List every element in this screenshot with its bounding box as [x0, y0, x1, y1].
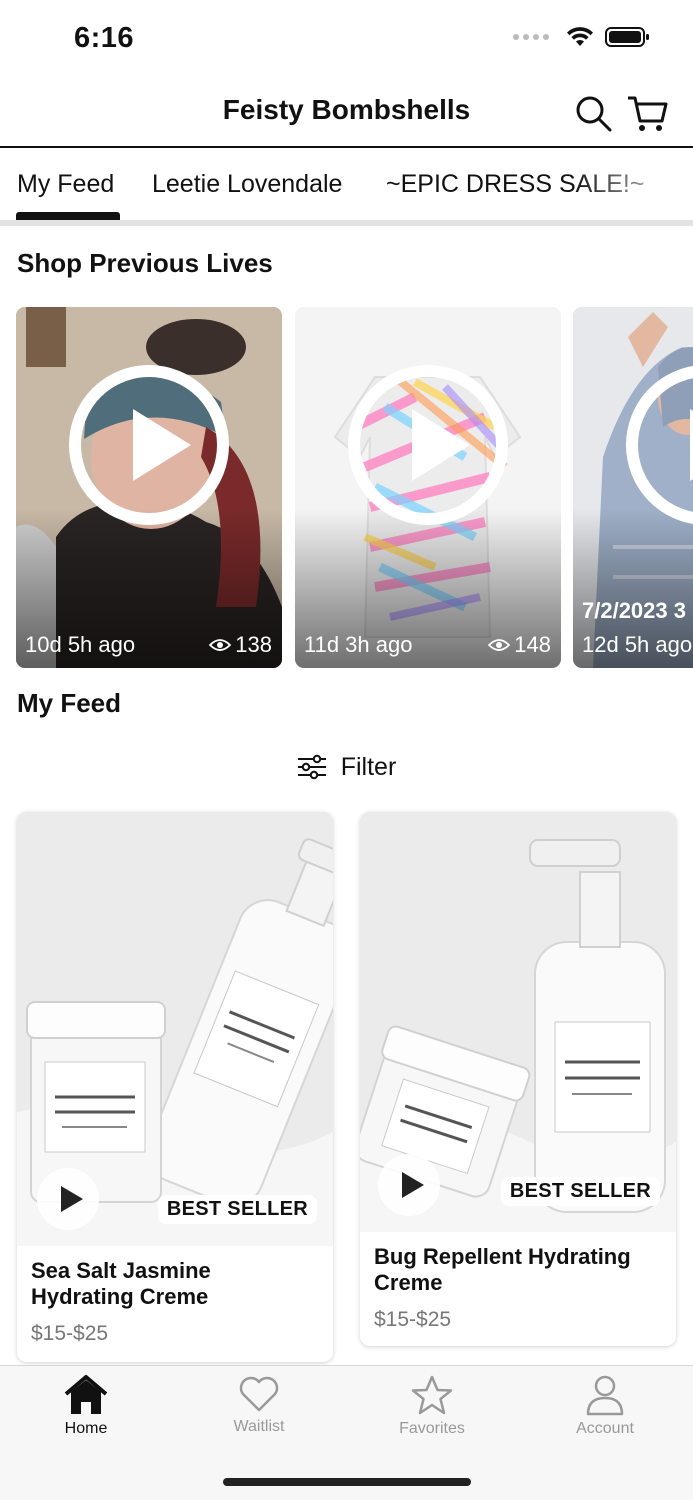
filter-label: Filter — [340, 752, 397, 781]
live-time-ago: 10d 5h ago — [25, 632, 136, 657]
live-replay-card[interactable]: 10d 5h ago 138 — [16, 307, 282, 668]
wifi-icon — [567, 27, 593, 46]
tab-leetie-lovendale[interactable]: Leetie Lovendale — [152, 170, 342, 199]
product-price: $15-$25 — [31, 1322, 109, 1345]
heart-icon — [239, 1376, 279, 1412]
star-icon — [411, 1375, 453, 1415]
signal-icon — [513, 34, 549, 40]
live-time-ago: 12d 5h ago — [582, 632, 693, 657]
previous-lives-carousel: 10d 5h ago 138 11d 3h ago 148 7/2/2023 3… — [0, 307, 693, 669]
eye-icon — [209, 639, 232, 651]
home-icon — [64, 1375, 108, 1414]
view-count-value: 138 — [235, 632, 272, 657]
nav-account-label: Account — [576, 1420, 634, 1437]
tabs-fade — [573, 150, 693, 220]
live-date: 7/2/2023 3 — [582, 598, 686, 623]
live-replay-card[interactable]: 7/2/2023 3 12d 5h ago — [573, 307, 693, 668]
live-replay-card[interactable]: 11d 3h ago 148 — [295, 307, 561, 668]
shop-previous-lives-title: Shop Previous Lives — [17, 248, 273, 278]
person-icon — [586, 1375, 624, 1416]
cart-icon[interactable] — [625, 92, 669, 136]
view-count-value: 148 — [514, 632, 551, 657]
nav-waitlist-label: Waitlist — [233, 1418, 285, 1435]
nav-favorites-label: Favorites — [399, 1420, 465, 1437]
best-seller-badge: BEST SELLER — [500, 1177, 660, 1206]
filter-button[interactable]: Filter — [0, 748, 693, 786]
view-count: 148 — [488, 632, 551, 658]
video-play-icon[interactable] — [378, 1154, 440, 1216]
product-name: Sea Salt Jasmine Hydrating Creme — [31, 1258, 211, 1309]
play-button-icon[interactable] — [69, 365, 229, 525]
feed-tabs: My Feed Leetie Lovendale ~EPIC DRESS SAL… — [0, 150, 693, 226]
search-icon[interactable] — [572, 92, 616, 136]
sliders-icon — [297, 754, 326, 780]
view-count: 138 — [209, 632, 272, 658]
tab-my-feed[interactable]: My Feed — [17, 170, 114, 199]
product-card[interactable]: BEST SELLER Sea Salt Jasmine Hydrating C… — [17, 812, 333, 1362]
nav-account[interactable]: Account — [545, 1374, 665, 1438]
product-price: $15-$25 — [374, 1308, 452, 1331]
home-indicator[interactable] — [223, 1478, 471, 1486]
nav-waitlist[interactable]: Waitlist — [199, 1374, 319, 1436]
nav-home-label: Home — [64, 1420, 108, 1437]
status-time: 6:16 — [74, 22, 135, 54]
app-header: Feisty Bombshells — [0, 80, 693, 148]
status-bar: 6:16 — [0, 0, 693, 80]
active-tab-indicator — [16, 212, 120, 220]
video-play-icon[interactable] — [37, 1168, 99, 1230]
best-seller-badge: BEST SELLER — [157, 1195, 317, 1224]
product-name: Bug Repellent Hydrating Creme — [374, 1244, 631, 1295]
product-image: BEST SELLER — [360, 812, 676, 1232]
live-time-ago: 11d 3h ago — [304, 632, 413, 657]
product-image: BEST SELLER — [17, 812, 333, 1246]
nav-home[interactable]: Home — [26, 1374, 146, 1438]
status-icons — [513, 26, 651, 48]
nav-favorites[interactable]: Favorites — [372, 1374, 492, 1438]
play-button-icon[interactable] — [348, 365, 508, 525]
product-card[interactable]: BEST SELLER Bug Repellent Hydrating Crem… — [360, 812, 676, 1346]
my-feed-title: My Feed — [17, 688, 122, 718]
eye-icon — [488, 639, 511, 651]
battery-icon — [605, 27, 649, 47]
